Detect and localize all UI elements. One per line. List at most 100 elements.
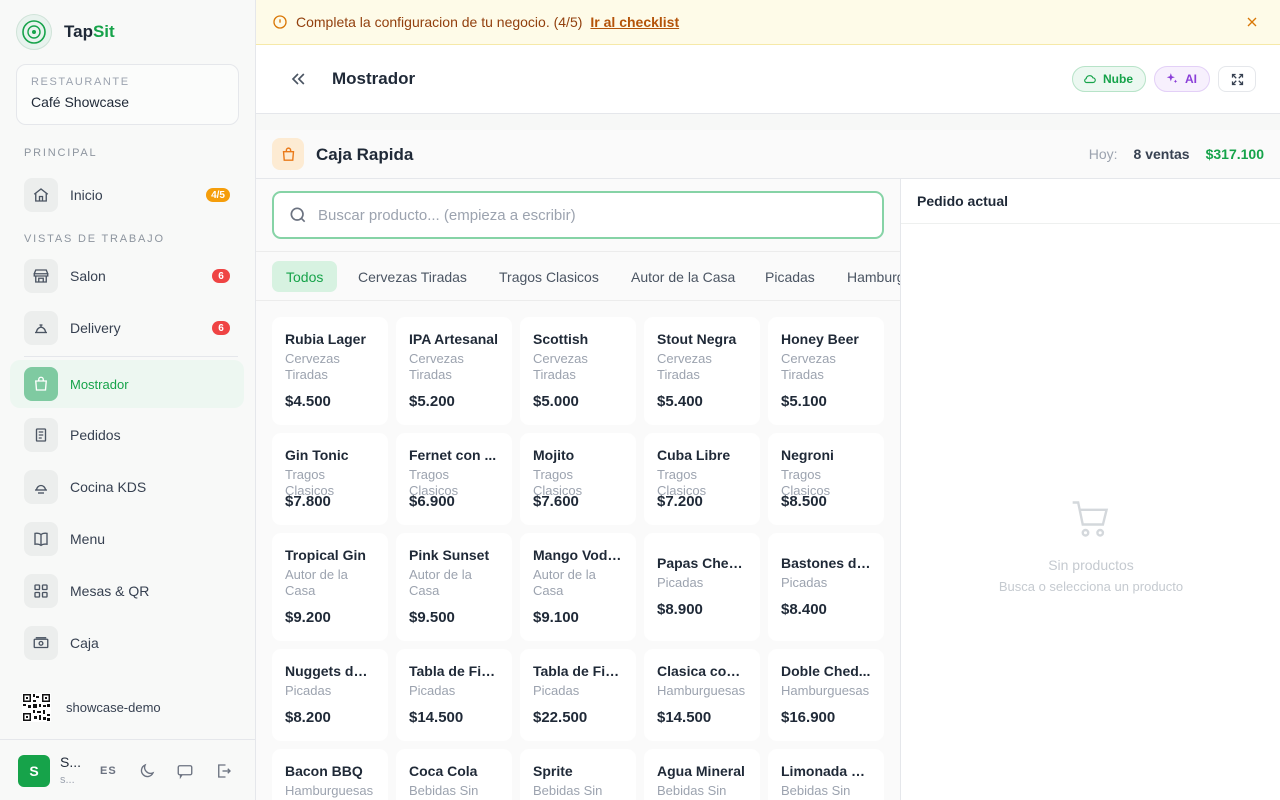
product-card[interactable]: Doble Ched... Hamburguesas $16.900: [768, 649, 884, 741]
product-card[interactable]: Tabla de Fia... Picadas $22.500: [520, 649, 636, 741]
category-tab-autor[interactable]: Autor de la Casa: [631, 261, 735, 292]
product-card[interactable]: Sprite Bebidas Sin: [520, 749, 636, 800]
product-card[interactable]: Rubia Lager Cervezas Tiradas $4.500: [272, 317, 388, 425]
sidebar-item-label: Mostrador: [70, 376, 129, 392]
product-category: Picadas: [533, 683, 580, 698]
sidebar: TapSit RESTAURANTE Café Showcase PRINCIP…: [0, 0, 256, 800]
empty-subtitle: Busca o selecciona un producto: [998, 579, 1184, 594]
order-pane: Pedido actual Sin productos Busca o sele…: [900, 179, 1280, 800]
product-card[interactable]: Agua Mineral Bebidas Sin: [644, 749, 760, 800]
product-card[interactable]: Gin Tonic Tragos Clasicos $7.800: [272, 433, 388, 525]
product-price: $14.500: [409, 709, 464, 726]
product-card[interactable]: Scottish Cervezas Tiradas $5.000: [520, 317, 636, 425]
restaurant-name: Café Showcase: [31, 94, 130, 110]
search-box: [272, 191, 884, 239]
sidebar-item-mesas-qr[interactable]: Mesas & QR: [10, 567, 244, 615]
sidebar-item-pedidos[interactable]: Pedidos: [10, 411, 244, 459]
sidebar-item-salon[interactable]: Salon 6: [10, 252, 244, 300]
product-card[interactable]: Mojito Tragos Clasicos $7.600: [520, 433, 636, 525]
product-name: Tropical Gin: [285, 547, 366, 563]
brand-name: TapSit: [64, 22, 115, 41]
ai-button[interactable]: AI: [1154, 66, 1210, 92]
business-slug: showcase-demo: [66, 700, 161, 715]
product-price: $8.900: [657, 601, 703, 618]
product-category: Bebidas Sin: [781, 783, 851, 798]
section-label-principal: PRINCIPAL: [24, 147, 98, 159]
user-email: s...: [60, 774, 75, 786]
product-card[interactable]: IPA Artesanal Cervezas Tiradas $5.200: [396, 317, 512, 425]
product-card[interactable]: Negroni Tragos Clasicos $8.500: [768, 433, 884, 525]
sidebar-item-menu[interactable]: Menu: [10, 515, 244, 563]
pos-header: Caja Rapida Hoy: 8 ventas $317.100: [256, 130, 1280, 179]
sidebar-item-inicio[interactable]: Inicio 4/5: [10, 171, 244, 219]
sidebar-item-label: Delivery: [70, 320, 121, 336]
product-category: Hamburguesas: [285, 783, 374, 798]
sidebar-item-label: Salon: [70, 268, 106, 284]
product-card[interactable]: Tabla de Fia... Picadas $14.500: [396, 649, 512, 741]
order-title: Pedido actual: [917, 193, 1009, 209]
product-card[interactable]: Fernet con ... Tragos Clasicos $6.900: [396, 433, 512, 525]
cloud-status-button[interactable]: Nube: [1072, 66, 1146, 92]
category-tab-tragos[interactable]: Tragos Clasicos: [499, 261, 599, 292]
product-card[interactable]: Pink Sunset Autor de la Casa $9.500: [396, 533, 512, 641]
today-label: Hoy:: [1088, 146, 1118, 162]
product-name: Tabla de Fia...: [409, 663, 499, 679]
logout-icon[interactable]: [215, 762, 233, 780]
product-card[interactable]: Honey Beer Cervezas Tiradas $5.100: [768, 317, 884, 425]
sidebar-item-delivery[interactable]: Delivery 6: [10, 304, 244, 352]
product-price: $8.500: [781, 493, 827, 510]
product-card[interactable]: Limonada C... Bebidas Sin: [768, 749, 884, 800]
store-icon: [24, 259, 58, 293]
close-icon[interactable]: [1244, 14, 1260, 30]
category-tab-todos[interactable]: Todos: [272, 261, 338, 292]
sidebar-item-caja[interactable]: Caja: [10, 619, 244, 667]
product-card[interactable]: Nuggets de ... Picadas $8.200: [272, 649, 388, 741]
product-price: $5.100: [781, 393, 827, 410]
category-tab-picadas[interactable]: Picadas: [765, 261, 815, 292]
product-card[interactable]: Bacon BBQ Hamburguesas: [272, 749, 388, 800]
product-name: Agua Mineral: [657, 763, 745, 779]
sidebar-item-mostrador[interactable]: Mostrador: [10, 360, 244, 408]
moon-icon[interactable]: [138, 762, 156, 780]
product-card[interactable]: Bastones de... Picadas $8.400: [768, 533, 884, 641]
product-category: Picadas: [781, 575, 828, 590]
product-card[interactable]: Papas Ched... Picadas $8.900: [644, 533, 760, 641]
product-card[interactable]: Tropical Gin Autor de la Casa $9.200: [272, 533, 388, 641]
restaurant-selector[interactable]: RESTAURANTE Café Showcase: [16, 64, 239, 125]
section-label-vistas: VISTAS DE TRABAJO: [24, 233, 165, 245]
product-search-input[interactable]: [318, 206, 858, 224]
product-name: Clasica con ...: [657, 663, 747, 679]
product-category: Autor de la Casa: [533, 567, 596, 598]
product-price: $7.200: [657, 493, 703, 510]
product-card[interactable]: Coca Cola Bebidas Sin: [396, 749, 512, 800]
product-name: Honey Beer: [781, 331, 859, 347]
collapse-sidebar-icon[interactable]: [288, 69, 308, 89]
chat-icon[interactable]: [176, 762, 194, 780]
home-icon: [24, 178, 58, 212]
checklist-link[interactable]: Ir al checklist: [590, 14, 679, 30]
category-tab-hamburguesas[interactable]: Hamburguesas: [847, 261, 900, 292]
qr-slug-link[interactable]: showcase-demo: [22, 693, 161, 722]
product-card[interactable]: Stout Negra Cervezas Tiradas $5.400: [644, 317, 760, 425]
sidebar-item-label: Pedidos: [70, 427, 121, 443]
fullscreen-button[interactable]: [1218, 66, 1256, 92]
product-name: Pink Sunset: [409, 547, 490, 563]
brand[interactable]: TapSit: [16, 14, 115, 50]
product-category: Cervezas Tiradas: [781, 351, 836, 382]
product-card[interactable]: Clasica con ... Hamburguesas $14.500: [644, 649, 760, 741]
sales-count: 8 ventas: [1133, 146, 1190, 162]
products-pane: Todos Cervezas Tiradas Tragos Clasicos A…: [256, 179, 900, 800]
cloud-label: Nube: [1103, 72, 1133, 86]
product-card[interactable]: Cuba Libre Tragos Clasicos $7.200: [644, 433, 760, 525]
product-card[interactable]: Mango Vodk... Autor de la Casa $9.100: [520, 533, 636, 641]
category-tab-cervezas[interactable]: Cervezas Tiradas: [358, 261, 467, 292]
nav-divider: [24, 356, 238, 357]
language-toggle[interactable]: ES: [100, 765, 117, 777]
avatar[interactable]: S: [18, 755, 50, 787]
product-category: Cervezas Tiradas: [285, 351, 340, 382]
user-name: S...: [60, 754, 82, 770]
product-category: Picadas: [409, 683, 456, 698]
book-icon: [24, 522, 58, 556]
product-name: Mango Vodk...: [533, 547, 623, 563]
sidebar-item-cocina-kds[interactable]: Cocina KDS: [10, 463, 244, 511]
